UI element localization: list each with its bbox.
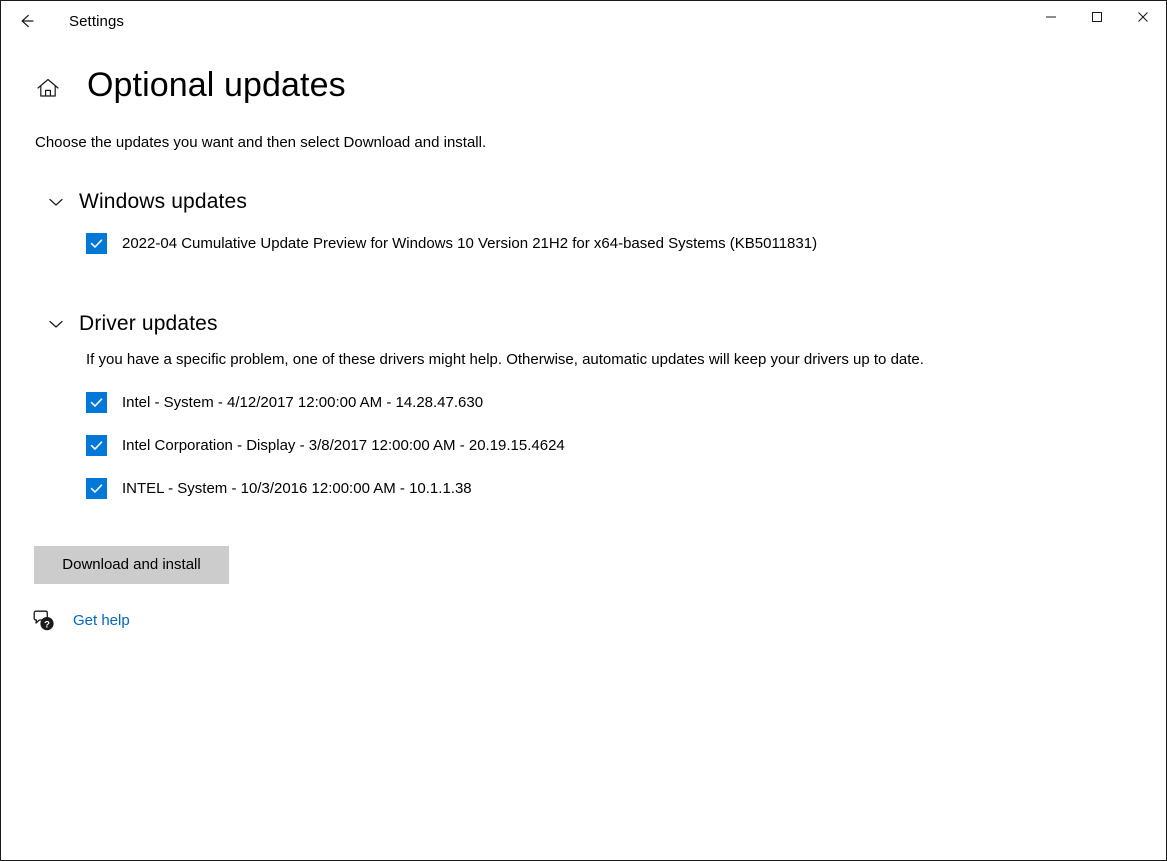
section-title: Driver updates — [79, 311, 218, 335]
section-header-windows-updates[interactable]: Windows updates — [45, 190, 1166, 214]
section-header-driver-updates[interactable]: Driver updates — [45, 312, 1166, 336]
download-and-install-button[interactable]: Download and install — [34, 545, 229, 584]
update-row[interactable]: INTEL - System - 10/3/2016 12:00:00 AM -… — [86, 477, 1166, 499]
chevron-down-icon — [45, 313, 67, 335]
driver-updates-note: If you have a specific problem, one of t… — [86, 350, 924, 368]
home-icon[interactable] — [33, 70, 63, 100]
page-subtitle: Choose the updates you want and then sel… — [35, 133, 487, 151]
section-title: Windows updates — [79, 189, 248, 213]
update-row[interactable]: Intel - System - 4/12/2017 12:00:00 AM -… — [86, 391, 1166, 413]
page-header: Optional updates — [33, 66, 1166, 104]
close-button[interactable] — [1120, 1, 1166, 33]
update-row[interactable]: 2022-04 Cumulative Update Preview for Wi… — [86, 232, 1166, 254]
chevron-down-icon — [45, 191, 67, 213]
settings-window: Settings Optional updates Choose the upd… — [0, 0, 1167, 861]
update-label: 2022-04 Cumulative Update Preview for Wi… — [122, 234, 818, 252]
maximize-icon — [1091, 11, 1103, 23]
update-checkbox[interactable] — [86, 477, 107, 499]
app-title: Settings — [69, 12, 124, 30]
close-icon — [1137, 11, 1149, 23]
update-label: Intel Corporation - Display - 3/8/2017 1… — [122, 436, 565, 454]
back-button[interactable] — [5, 5, 49, 37]
minimize-button[interactable] — [1028, 1, 1074, 33]
update-checkbox[interactable] — [86, 434, 107, 456]
update-label: Intel - System - 4/12/2017 12:00:00 AM -… — [122, 393, 484, 411]
page-title: Optional updates — [87, 66, 346, 104]
update-label: INTEL - System - 10/3/2016 12:00:00 AM -… — [122, 479, 472, 497]
update-checkbox[interactable] — [86, 391, 107, 413]
maximize-button[interactable] — [1074, 1, 1120, 33]
update-row[interactable]: Intel Corporation - Display - 3/8/2017 1… — [86, 434, 1166, 456]
back-arrow-icon — [17, 11, 37, 31]
get-help-link[interactable]: Get help — [73, 612, 130, 629]
minimize-icon — [1045, 11, 1057, 23]
get-help-container[interactable]: ? Get help — [31, 609, 1166, 633]
help-chat-icon: ? — [31, 609, 57, 633]
svg-text:?: ? — [44, 619, 50, 630]
update-checkbox[interactable] — [86, 232, 107, 254]
title-bar: Settings — [1, 1, 1166, 41]
window-controls — [1028, 1, 1166, 33]
